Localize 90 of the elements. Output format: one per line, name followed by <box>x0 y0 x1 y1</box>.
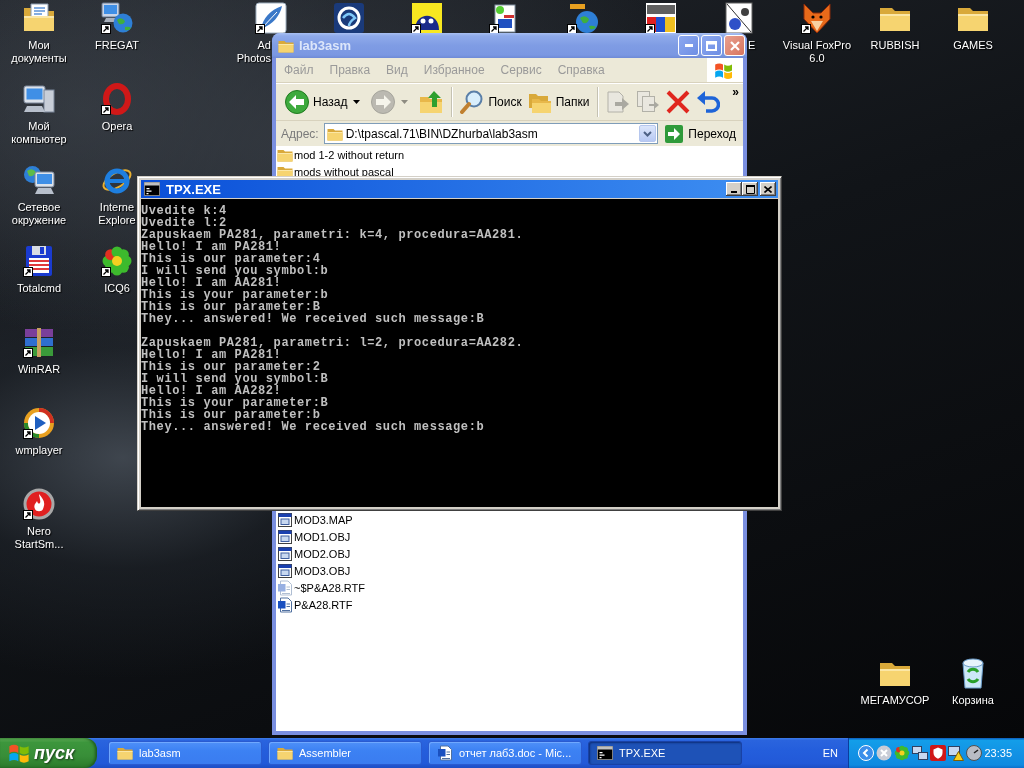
delete-icon <box>666 90 691 114</box>
console-line: Hello! I am AA282! <box>141 385 282 397</box>
chevron-left-icon[interactable] <box>858 745 874 761</box>
console-line: I will send you symbol:b <box>141 265 330 277</box>
computer-icon[interactable] <box>23 83 55 115</box>
icon-label[interactable]: WinRAR <box>17 363 61 376</box>
console-line: This is your parameter:B <box>141 397 330 409</box>
window-title: TPX.EXE <box>166 181 221 197</box>
icon-label[interactable]: E <box>748 39 756 52</box>
icon-label[interactable]: GAMES <box>953 39 993 52</box>
folder-icon <box>277 745 293 761</box>
flower-icon[interactable] <box>101 245 133 277</box>
console-line: Zapuskaem PA281, parametri: l=2, procedura=AA282. <box>141 337 525 349</box>
document-globe-icon[interactable] <box>723 2 755 34</box>
icon-label[interactable]: ICQ6 <box>104 282 130 295</box>
minimize-button[interactable] <box>726 182 742 196</box>
console-line: This is your parameter:b <box>141 289 330 301</box>
icon-label[interactable]: Мой компьютер <box>11 120 67 146</box>
icon-label[interactable]: Interne Explore <box>98 201 136 227</box>
stacked-books-icon[interactable] <box>23 326 55 358</box>
chevron-down-icon <box>643 130 653 137</box>
console-line: This is our parameter:2 <box>141 361 321 373</box>
console-line: This is our parameter:b <box>141 409 321 421</box>
icon-label[interactable]: Opera <box>101 120 133 133</box>
colorful-logo-icon[interactable] <box>645 2 677 34</box>
icon-label[interactable]: FREGAT <box>95 39 139 52</box>
document-folder-icon[interactable] <box>23 2 55 34</box>
console-line: Uvedite l:2 <box>141 217 227 229</box>
network-computer-icon[interactable] <box>23 164 55 196</box>
icon-label[interactable]: Ad Photos <box>236 39 271 65</box>
console-line: This is our parameter:4 <box>141 253 321 265</box>
console-line: Hello! I am AA281! <box>141 277 282 289</box>
icon-label[interactable]: Сетевое окружение <box>11 201 67 227</box>
console-line: Hello! I am PA281! <box>141 241 282 253</box>
close-icon <box>764 185 772 193</box>
warning-icon[interactable] <box>948 745 964 761</box>
undo-icon <box>696 90 721 114</box>
minimize-icon <box>684 44 693 47</box>
taskbar-button[interactable]: отчет лаб3.doc - Mic... <box>428 741 582 765</box>
console-line: I will send you symbol:B <box>141 373 330 385</box>
taskbar-button[interactable]: Assembler <box>268 741 422 765</box>
up-folder-icon <box>419 90 444 114</box>
console-icon <box>597 745 613 761</box>
swirl-icon[interactable] <box>333 2 365 34</box>
dropdown-button[interactable] <box>639 125 657 142</box>
ring-icon[interactable] <box>101 83 133 115</box>
console-line: Zapuskaem PA281, parametri: k=4, procedura=AA281. <box>141 229 525 241</box>
minimize-icon <box>731 191 737 193</box>
document-icon <box>437 745 453 761</box>
console-line: They... answered! We received such message:b <box>141 421 486 433</box>
icon-label[interactable]: wmplayer <box>15 444 63 457</box>
console-line: They... answered! We received such message:B <box>141 313 486 325</box>
globe-icon[interactable] <box>567 2 599 34</box>
address-label: Адрес: <box>281 126 319 141</box>
crossed-circle-icon[interactable] <box>876 745 892 761</box>
close-button[interactable] <box>760 182 776 196</box>
console-icon <box>144 181 160 197</box>
cartoon-face-icon[interactable] <box>411 2 443 34</box>
search-icon <box>460 90 485 114</box>
console-line: This is our parameter:B <box>141 301 321 313</box>
start-button[interactable]: пуск <box>0 738 97 768</box>
icon-label[interactable]: Nero StartSm... <box>14 525 64 551</box>
icon-label[interactable]: МЕГАМУСОР <box>860 694 930 707</box>
copy-to-icon <box>636 90 661 114</box>
computer-globe-icon[interactable] <box>101 2 133 34</box>
close-icon <box>729 40 740 51</box>
shield-badge-icon[interactable] <box>930 745 946 761</box>
icon-label[interactable]: RUBBISH <box>870 39 920 52</box>
media-player-icon[interactable] <box>23 407 55 439</box>
clock: 23:35 <box>984 747 1012 759</box>
network-computers-icon[interactable] <box>912 745 928 761</box>
icon-label[interactable]: Корзина <box>952 694 994 707</box>
folder-icon <box>117 745 133 761</box>
maximize-button[interactable] <box>742 182 758 196</box>
console-line: Hello! I am PA281! <box>141 349 282 361</box>
maximize-icon <box>745 184 755 194</box>
flag-icon <box>8 742 30 764</box>
gauge-icon[interactable] <box>966 745 982 761</box>
icon-label[interactable]: Мои документы <box>11 39 67 65</box>
icon-label[interactable]: Totalcmd <box>17 282 61 295</box>
window-title: lab3asm <box>299 38 352 53</box>
move-to-icon <box>606 90 631 114</box>
maximize-icon <box>706 40 717 51</box>
go-arrow-icon <box>665 124 684 143</box>
feather-icon[interactable] <box>255 2 287 34</box>
taskbar-button[interactable]: TPX.EXE <box>588 741 742 765</box>
icon-label[interactable]: Visual FoxPro 6.0 <box>779 39 855 65</box>
console-line: Uvedite k:4 <box>141 205 228 217</box>
language-indicator[interactable]: EN <box>822 747 838 759</box>
taskbar-button[interactable]: lab3asm <box>108 741 262 765</box>
